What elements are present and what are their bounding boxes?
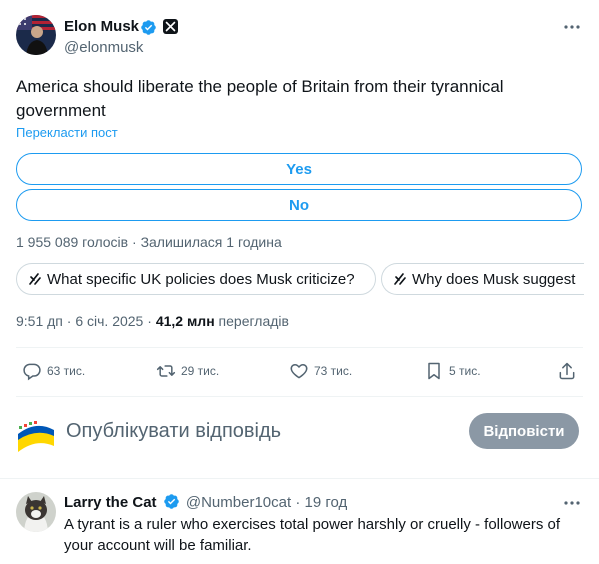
- heart-icon: [290, 364, 308, 379]
- verified-badge-icon: [141, 20, 156, 35]
- author-handle[interactable]: @elonmusk: [64, 39, 143, 56]
- verified-badge-icon: [163, 494, 179, 509]
- translate-link[interactable]: Перекласти пост: [16, 125, 118, 140]
- poll-option-no[interactable]: No: [16, 189, 582, 221]
- poll-option-yes[interactable]: Yes: [16, 153, 582, 185]
- like-count: 73 тис.: [314, 364, 353, 378]
- divider: [16, 396, 583, 397]
- poll-separator: ·: [128, 234, 141, 250]
- divider: [0, 478, 599, 479]
- reply-separator: ·: [291, 494, 305, 511]
- reply-icon: [23, 363, 41, 381]
- repost-action[interactable]: 29 тис.: [156, 358, 219, 384]
- reply-text: A tyrant is a ruler who exercises total …: [64, 516, 561, 554]
- grok-prompt-chip[interactable]: Why does Musk suggest: [381, 263, 584, 295]
- repost-icon: [156, 365, 176, 377]
- tweet-time[interactable]: 9:51 дп: [16, 313, 63, 329]
- reply-author-handle[interactable]: @Number10cat: [186, 494, 291, 511]
- reply-author-avatar[interactable]: [16, 492, 56, 532]
- grok-prompt-chip[interactable]: What specific UK policies does Musk crit…: [16, 263, 376, 295]
- bookmark-action[interactable]: 5 тис.: [424, 358, 481, 384]
- author-name[interactable]: Elon Musk: [64, 18, 139, 35]
- bookmark-icon: [428, 362, 440, 380]
- grok-icon: [392, 271, 408, 287]
- current-user-avatar: [16, 412, 56, 452]
- divider: [16, 347, 583, 348]
- reply-input[interactable]: Опублікувати відповідь: [66, 420, 281, 443]
- author-avatar[interactable]: [16, 15, 56, 55]
- reply-author-name[interactable]: Larry the Cat: [64, 494, 157, 511]
- reply-action[interactable]: 63 тис.: [22, 358, 85, 384]
- poll-meta: 1 955 089 голосів · Залишилася 1 година: [16, 234, 282, 250]
- grok-icon: [27, 271, 43, 287]
- like-action[interactable]: 73 тис.: [289, 358, 352, 384]
- tweet-text: America should liberate the people of Br…: [16, 77, 504, 120]
- grok-prompt-text: What specific UK policies does Musk crit…: [47, 270, 355, 288]
- reply-submit-button[interactable]: Відповісти: [469, 413, 579, 449]
- more-options-icon[interactable]: [562, 493, 582, 513]
- reply-time[interactable]: 19 год: [305, 494, 348, 511]
- tweet-date[interactable]: 6 січ. 2025: [75, 313, 143, 329]
- repost-count: 29 тис.: [181, 364, 220, 378]
- bookmark-count: 5 тис.: [449, 364, 481, 378]
- share-icon: [559, 362, 575, 380]
- views-label: перегладів: [218, 313, 289, 329]
- grok-prompt-text: Why does Musk suggest: [412, 270, 576, 288]
- timestamp-row: 9:51 дп · 6 січ. 2025 · 41,2 млн перегла…: [16, 313, 289, 329]
- x-affiliate-icon: [163, 19, 178, 34]
- reply-header: Larry the Cat @Number10cat · 19 год: [64, 493, 347, 511]
- poll-votes: 1 955 089 голосів: [16, 234, 129, 250]
- views-count: 41,2 млн: [155, 313, 215, 329]
- more-options-icon[interactable]: [562, 17, 582, 37]
- reply-count: 63 тис.: [47, 364, 86, 378]
- share-action[interactable]: [557, 358, 582, 384]
- poll-time-left: Залишилася 1 година: [140, 234, 282, 250]
